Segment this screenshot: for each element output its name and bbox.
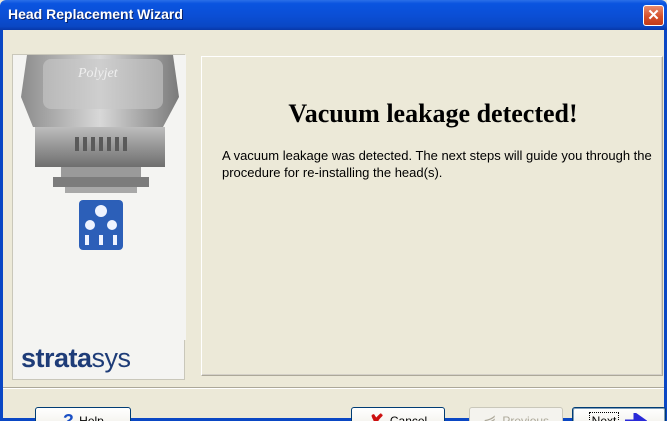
back-arrow-icon: ⋞ xyxy=(483,411,496,421)
help-button[interactable]: ? Help xyxy=(35,407,131,421)
next-label: Next xyxy=(588,412,620,421)
x-icon: ✘ xyxy=(368,410,384,421)
question-icon: ? xyxy=(62,410,74,421)
print-head-illustration: Polyjet xyxy=(13,55,186,340)
close-button[interactable]: ✕ xyxy=(643,5,664,26)
help-label: Help xyxy=(79,414,104,421)
window-title: Head Replacement Wizard xyxy=(8,6,183,22)
window-body: Polyjet stratasys Vacuum leakage detecte… xyxy=(0,30,667,421)
previous-button[interactable]: ⋞ Previous xyxy=(469,407,563,421)
svg-text:Polyjet: Polyjet xyxy=(77,66,119,81)
cancel-label: Cancel xyxy=(389,414,428,421)
previous-label: Previous xyxy=(502,414,550,421)
stratasys-logo: stratasys xyxy=(21,343,131,373)
next-button[interactable]: Next xyxy=(572,407,666,421)
info-message: A vacuum leakage was detected. The next … xyxy=(222,148,652,180)
title-bar[interactable]: Head Replacement Wizard ✕ xyxy=(0,0,667,30)
footer-separator xyxy=(3,387,664,389)
forward-arrow-icon xyxy=(625,413,648,421)
wizard-content-panel: Vacuum leakage detected! A vacuum leakag… xyxy=(201,56,663,376)
cancel-button[interactable]: ✘ Cancel xyxy=(351,407,445,421)
wizard-side-image: Polyjet stratasys xyxy=(12,54,186,380)
page-heading: Vacuum leakage detected! xyxy=(288,99,578,128)
close-icon: ✕ xyxy=(647,7,660,24)
